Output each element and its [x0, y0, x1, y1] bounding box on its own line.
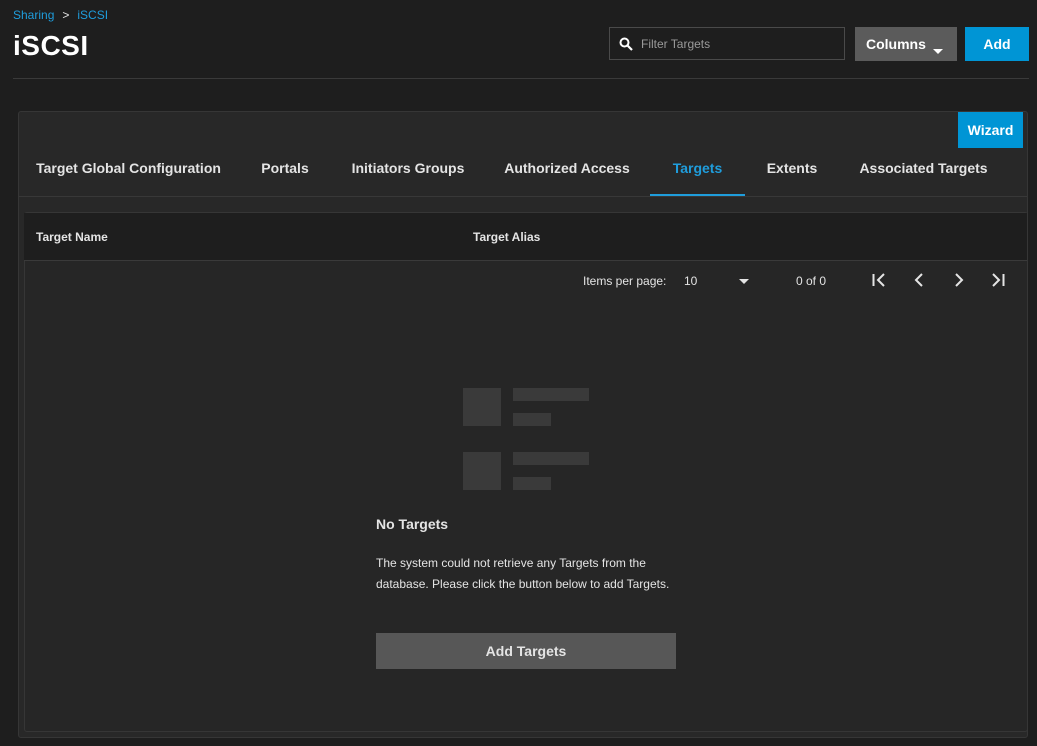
add-targets-button[interactable]: Add Targets	[376, 633, 676, 669]
tab-portals[interactable]: Portals	[250, 160, 320, 196]
header-divider	[13, 78, 1029, 79]
column-header-target-alias[interactable]: Target Alias	[473, 230, 540, 244]
last-page-icon[interactable]	[990, 272, 1006, 288]
search-icon	[619, 37, 633, 51]
filter-box[interactable]	[609, 27, 845, 60]
next-page-icon[interactable]	[951, 272, 967, 288]
page-size-select[interactable]: 10	[684, 274, 697, 288]
tab-targets[interactable]: Targets	[650, 160, 745, 196]
breadcrumb-separator: >	[62, 8, 70, 22]
empty-list-icon	[463, 388, 589, 490]
tab-initiators-groups[interactable]: Initiators Groups	[344, 160, 472, 196]
columns-button[interactable]: Columns	[855, 27, 957, 61]
prev-page-icon[interactable]	[911, 272, 927, 288]
tab-associated-targets[interactable]: Associated Targets	[851, 160, 996, 196]
breadcrumb-current[interactable]: iSCSI	[77, 8, 108, 22]
empty-state-message: The system could not retrieve any Target…	[376, 556, 670, 591]
chevron-down-icon[interactable]	[739, 279, 749, 284]
first-page-icon[interactable]	[871, 272, 887, 288]
breadcrumb: Sharing > iSCSI	[13, 8, 108, 22]
tab-target-global-configuration[interactable]: Target Global Configuration	[31, 160, 226, 196]
tab-authorized-access[interactable]: Authorized Access	[496, 160, 638, 196]
add-button[interactable]: Add	[965, 27, 1029, 61]
tab-divider	[19, 196, 1027, 197]
chevron-down-icon	[933, 49, 943, 54]
wizard-button[interactable]: Wizard	[958, 112, 1023, 148]
page-range-label: 0 of 0	[796, 274, 827, 288]
page-title: iSCSI	[13, 30, 89, 61]
tab-extents[interactable]: Extents	[757, 160, 827, 196]
breadcrumb-link-sharing[interactable]: Sharing	[13, 8, 54, 22]
filter-input[interactable]	[639, 35, 833, 52]
column-header-target-name[interactable]: Target Name	[36, 230, 108, 244]
empty-state-title: No Targets	[376, 516, 449, 532]
items-per-page-label: Items per page:	[583, 274, 667, 288]
columns-button-label: Columns	[866, 36, 926, 52]
